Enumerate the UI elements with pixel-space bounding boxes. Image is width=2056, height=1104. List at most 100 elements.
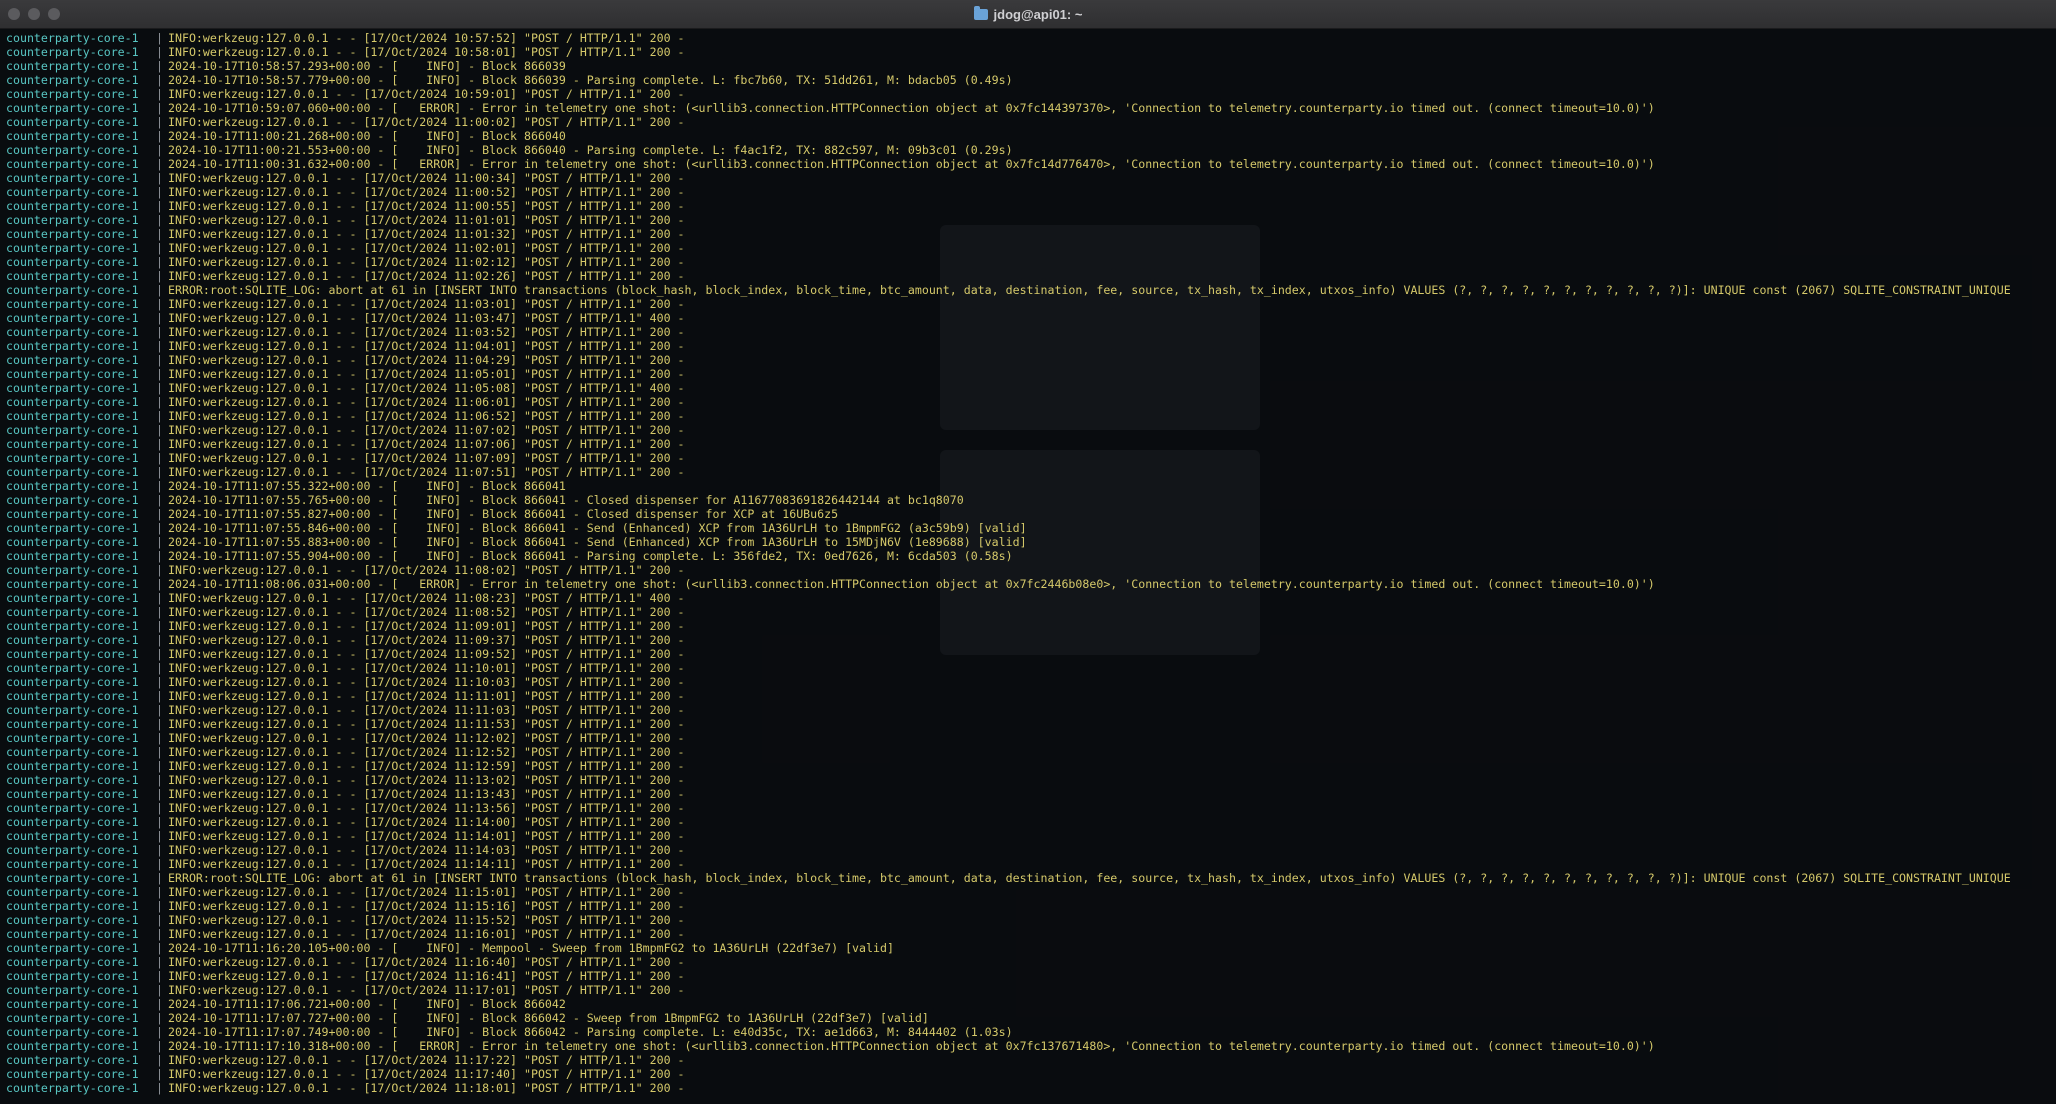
log-separator: |	[156, 87, 163, 101]
log-message: INFO:werkzeug:127.0.0.1 - - [17/Oct/2024…	[168, 269, 685, 283]
log-message: INFO:werkzeug:127.0.0.1 - - [17/Oct/2024…	[168, 647, 685, 661]
log-service-name: counterparty-core-1	[6, 997, 139, 1011]
log-line: counterparty-core-1 | ERROR:root:SQLITE_LO…	[6, 283, 2050, 297]
log-separator: |	[156, 395, 163, 409]
log-line: counterparty-core-1 | 2024-10-17T10:58:57.…	[6, 73, 2050, 87]
log-service-name: counterparty-core-1	[6, 815, 139, 829]
log-service-name: counterparty-core-1	[6, 507, 139, 521]
log-message: INFO:werkzeug:127.0.0.1 - - [17/Oct/2024…	[168, 115, 685, 129]
log-separator: |	[156, 647, 163, 661]
log-line: counterparty-core-1 | INFO:werkzeug:127.0.…	[6, 381, 2050, 395]
log-service-name: counterparty-core-1	[6, 241, 139, 255]
log-separator: |	[156, 745, 163, 759]
log-message: 2024-10-17T11:00:31.632+00:00 - [ ERROR]…	[168, 157, 1655, 171]
log-service-name: counterparty-core-1	[6, 549, 139, 563]
log-service-name: counterparty-core-1	[6, 311, 139, 325]
log-separator: |	[156, 241, 163, 255]
log-message: INFO:werkzeug:127.0.0.1 - - [17/Oct/2024…	[168, 619, 685, 633]
log-separator: |	[156, 1039, 163, 1053]
log-service-name: counterparty-core-1	[6, 451, 139, 465]
log-line: counterparty-core-1 | INFO:werkzeug:127.0.…	[6, 171, 2050, 185]
title-bar[interactable]: jdog@api01: ~	[0, 0, 2056, 29]
log-line: counterparty-core-1 | INFO:werkzeug:127.0.…	[6, 255, 2050, 269]
log-service-name: counterparty-core-1	[6, 87, 139, 101]
log-line: counterparty-core-1 | INFO:werkzeug:127.0.…	[6, 843, 2050, 857]
log-line: counterparty-core-1 | INFO:werkzeug:127.0.…	[6, 297, 2050, 311]
log-line: counterparty-core-1 | INFO:werkzeug:127.0.…	[6, 647, 2050, 661]
log-service-name: counterparty-core-1	[6, 143, 139, 157]
log-line: counterparty-core-1 | 2024-10-17T11:17:06.…	[6, 997, 2050, 1011]
log-service-name: counterparty-core-1	[6, 913, 139, 927]
log-service-name: counterparty-core-1	[6, 465, 139, 479]
log-line: counterparty-core-1 | INFO:werkzeug:127.0.…	[6, 185, 2050, 199]
log-separator: |	[156, 913, 163, 927]
log-service-name: counterparty-core-1	[6, 675, 139, 689]
terminal-output[interactable]: counterparty-core-1 | INFO:werkzeug:127.0.…	[6, 31, 2050, 1101]
log-separator: |	[156, 339, 163, 353]
log-service-name: counterparty-core-1	[6, 297, 139, 311]
log-separator: |	[156, 507, 163, 521]
log-message: INFO:werkzeug:127.0.0.1 - - [17/Oct/2024…	[168, 745, 685, 759]
log-message: INFO:werkzeug:127.0.0.1 - - [17/Oct/2024…	[168, 675, 685, 689]
log-service-name: counterparty-core-1	[6, 689, 139, 703]
log-service-name: counterparty-core-1	[6, 185, 139, 199]
log-separator: |	[156, 997, 163, 1011]
log-message: INFO:werkzeug:127.0.0.1 - - [17/Oct/2024…	[168, 885, 685, 899]
log-separator: |	[156, 101, 163, 115]
log-separator: |	[156, 143, 163, 157]
log-service-name: counterparty-core-1	[6, 1081, 139, 1095]
log-message: INFO:werkzeug:127.0.0.1 - - [17/Oct/2024…	[168, 689, 685, 703]
log-line: counterparty-core-1 | 2024-10-17T11:00:21.…	[6, 129, 2050, 143]
log-message: INFO:werkzeug:127.0.0.1 - - [17/Oct/2024…	[168, 563, 685, 577]
window-controls	[8, 8, 60, 20]
log-line: counterparty-core-1 | INFO:werkzeug:127.0.…	[6, 31, 2050, 45]
log-line: counterparty-core-1 | 2024-10-17T11:07:55.…	[6, 535, 2050, 549]
log-separator: |	[156, 689, 163, 703]
minimize-window-button[interactable]	[28, 8, 40, 20]
log-line: counterparty-core-1 | INFO:werkzeug:127.0.…	[6, 409, 2050, 423]
log-service-name: counterparty-core-1	[6, 1025, 139, 1039]
log-message: 2024-10-17T11:07:55.827+00:00 - [ INFO] …	[168, 507, 839, 521]
log-service-name: counterparty-core-1	[6, 283, 139, 297]
log-line: counterparty-core-1 | INFO:werkzeug:127.0.…	[6, 367, 2050, 381]
log-message: INFO:werkzeug:127.0.0.1 - - [17/Oct/2024…	[168, 199, 685, 213]
log-separator: |	[156, 423, 163, 437]
log-service-name: counterparty-core-1	[6, 731, 139, 745]
log-service-name: counterparty-core-1	[6, 381, 139, 395]
log-separator: |	[156, 759, 163, 773]
log-message: INFO:werkzeug:127.0.0.1 - - [17/Oct/2024…	[168, 983, 685, 997]
log-message: INFO:werkzeug:127.0.0.1 - - [17/Oct/2024…	[168, 717, 685, 731]
log-separator: |	[156, 45, 163, 59]
log-message: INFO:werkzeug:127.0.0.1 - - [17/Oct/2024…	[168, 325, 685, 339]
log-separator: |	[156, 521, 163, 535]
log-service-name: counterparty-core-1	[6, 31, 139, 45]
log-separator: |	[156, 731, 163, 745]
log-line: counterparty-core-1 | INFO:werkzeug:127.0.…	[6, 227, 2050, 241]
log-message: 2024-10-17T11:00:21.553+00:00 - [ INFO] …	[168, 143, 1013, 157]
log-line: counterparty-core-1 | INFO:werkzeug:127.0.…	[6, 731, 2050, 745]
log-service-name: counterparty-core-1	[6, 927, 139, 941]
log-line: counterparty-core-1 | INFO:werkzeug:127.0.…	[6, 1081, 2050, 1095]
log-separator: |	[156, 787, 163, 801]
log-service-name: counterparty-core-1	[6, 801, 139, 815]
log-service-name: counterparty-core-1	[6, 213, 139, 227]
log-message: INFO:werkzeug:127.0.0.1 - - [17/Oct/2024…	[168, 227, 685, 241]
log-service-name: counterparty-core-1	[6, 885, 139, 899]
log-line: counterparty-core-1 | 2024-10-17T11:07:55.…	[6, 521, 2050, 535]
log-service-name: counterparty-core-1	[6, 633, 139, 647]
log-service-name: counterparty-core-1	[6, 437, 139, 451]
log-separator: |	[156, 703, 163, 717]
log-message: INFO:werkzeug:127.0.0.1 - - [17/Oct/2024…	[168, 633, 685, 647]
log-separator: |	[156, 381, 163, 395]
close-window-button[interactable]	[8, 8, 20, 20]
log-separator: |	[156, 115, 163, 129]
log-service-name: counterparty-core-1	[6, 493, 139, 507]
log-line: counterparty-core-1 | INFO:werkzeug:127.0.…	[6, 745, 2050, 759]
log-separator: |	[156, 31, 163, 45]
log-line: counterparty-core-1 | 2024-10-17T11:17:07.…	[6, 1011, 2050, 1025]
log-message: INFO:werkzeug:127.0.0.1 - - [17/Oct/2024…	[168, 423, 685, 437]
log-service-name: counterparty-core-1	[6, 605, 139, 619]
log-line: counterparty-core-1 | INFO:werkzeug:127.0.…	[6, 423, 2050, 437]
zoom-window-button[interactable]	[48, 8, 60, 20]
log-message: INFO:werkzeug:127.0.0.1 - - [17/Oct/2024…	[168, 241, 685, 255]
